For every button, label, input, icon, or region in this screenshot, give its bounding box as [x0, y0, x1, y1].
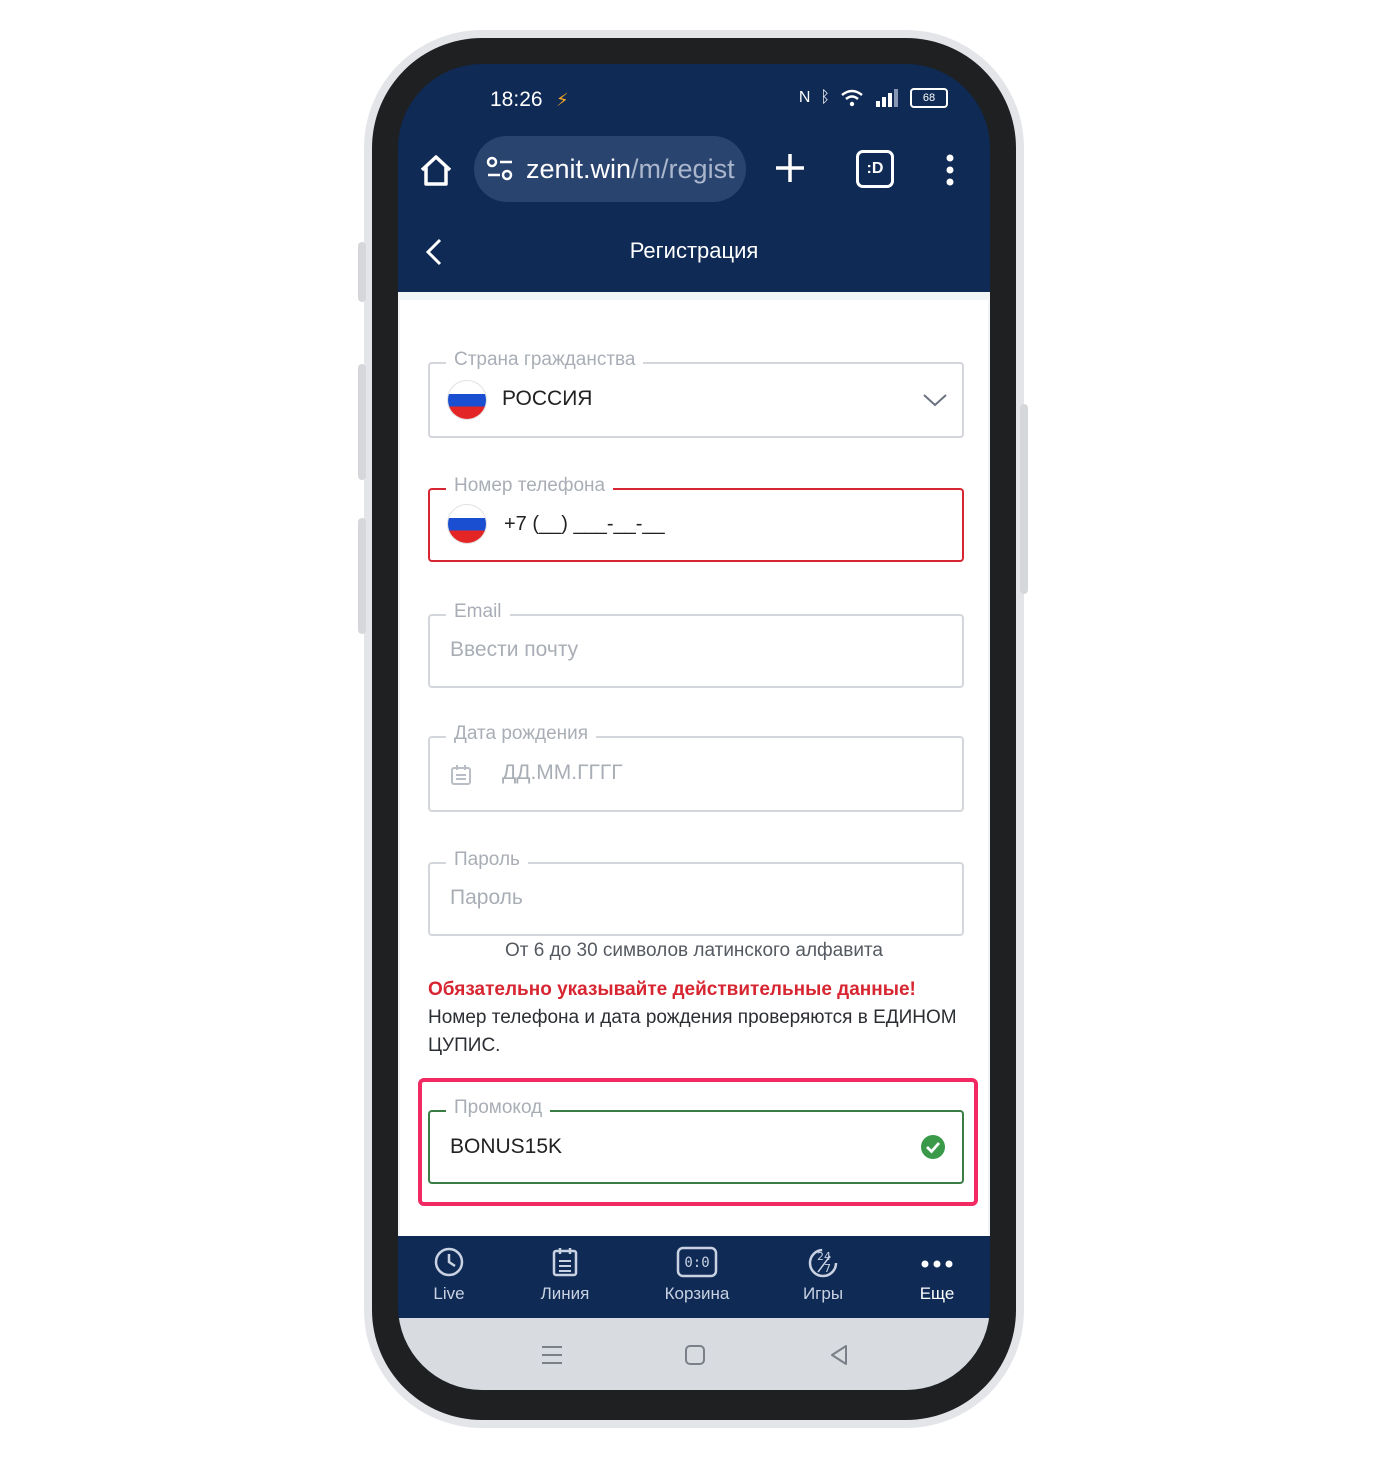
more-dots-icon [921, 1260, 953, 1268]
password-field[interactable]: Пароль Пароль [428, 849, 964, 936]
nav-live[interactable]: Live [398, 1246, 504, 1304]
url-text: zenit.win/m/regist [526, 136, 735, 202]
url-path: /m/regist [631, 154, 735, 184]
nav-label: Live [433, 1284, 465, 1303]
tab-switcher-button[interactable]: :D [856, 150, 894, 188]
phone-value: +7 (__) ___-__-__ [504, 513, 665, 535]
games-24-7-icon: 247 [808, 1248, 838, 1278]
back-nav-icon[interactable] [828, 1344, 850, 1366]
list-icon [552, 1248, 578, 1277]
status-bar: 18:26 ⚡ N ᛒ 68 [398, 64, 990, 136]
battery-icon: 68 [910, 88, 948, 108]
birthdate-field[interactable]: Дата рождения ДД.ММ.ГГГГ [428, 723, 964, 812]
birthdate-placeholder: ДД.ММ.ГГГГ [502, 761, 623, 784]
country-select[interactable]: Страна гражданства РОССИЯ [428, 349, 964, 438]
browser-toolbar: zenit.win/m/regist :D [398, 136, 990, 208]
russia-flag-icon [448, 381, 486, 419]
phone-label: Номер телефона [446, 475, 614, 497]
svg-text:0:0: 0:0 [684, 1255, 709, 1271]
warning-title: Обязательно указывайте действительные да… [428, 979, 916, 1000]
site-settings-icon[interactable] [486, 156, 514, 182]
country-label: Страна гражданства [446, 349, 644, 371]
nav-label: Еще [919, 1284, 955, 1303]
side-button [358, 364, 366, 480]
page-title: Регистрация [629, 238, 759, 263]
side-button [358, 242, 366, 302]
scoreboard-icon: 0:0 [676, 1246, 718, 1278]
browser-menu-icon[interactable] [938, 150, 962, 190]
nav-more[interactable]: Еще [882, 1246, 990, 1304]
calendar-icon [451, 765, 471, 785]
registration-form: Страна гражданства РОССИЯ Номер телефона… [400, 300, 988, 1244]
phone-field[interactable]: Номер телефона +7 (__) ___-__-__ [428, 475, 964, 562]
password-placeholder: Пароль [450, 886, 523, 909]
url-domain: zenit.win [526, 154, 632, 184]
home-nav-icon[interactable] [684, 1344, 706, 1366]
signal-icon [876, 89, 898, 107]
check-circle-icon [921, 1135, 945, 1159]
power-button [1020, 404, 1028, 594]
email-placeholder: Ввести почту [450, 638, 579, 661]
side-button [358, 518, 366, 634]
clock-icon [434, 1247, 464, 1277]
bottom-navigation: Live Линия 0:0 Корзина 24 7 Игры Еще [398, 1236, 990, 1318]
status-time: 18:26 [490, 88, 543, 111]
country-value: РОССИЯ [502, 387, 593, 410]
promo-label: Промокод [446, 1097, 551, 1119]
email-field[interactable]: Email Ввести почту [428, 601, 964, 688]
password-label: Пароль [446, 849, 528, 871]
address-bar[interactable]: zenit.win/m/regist [474, 136, 746, 202]
nav-games[interactable]: 24 7 Игры [768, 1246, 878, 1304]
screen: 18:26 ⚡ N ᛒ 68 zenit.win/m/regist :D Рег… [398, 64, 990, 1390]
recent-apps-icon[interactable] [540, 1344, 564, 1366]
app-header: Регистрация [398, 208, 990, 292]
email-label: Email [446, 601, 510, 623]
home-icon[interactable] [416, 150, 456, 190]
status-icons: N ᛒ 68 [799, 88, 948, 108]
warning-text: Номер телефона и дата рождения проверяют… [428, 1007, 957, 1056]
svg-text:7: 7 [824, 1262, 831, 1275]
nav-line[interactable]: Линия [510, 1246, 620, 1304]
birthdate-label: Дата рождения [446, 723, 597, 745]
charging-icon: ⚡ [556, 90, 569, 110]
nav-label: Корзина [664, 1284, 730, 1303]
wifi-icon [841, 89, 863, 107]
system-navigation-bar [398, 1318, 990, 1390]
chevron-down-icon [923, 394, 947, 407]
bluetooth-icon: ᛒ [820, 89, 830, 106]
nav-label: Линия [540, 1284, 590, 1303]
russia-flag-icon [448, 505, 486, 543]
promo-code-field[interactable]: Промокод BONUS15K [428, 1097, 964, 1184]
promo-value: BONUS15K [450, 1135, 563, 1158]
registration-content: Страна гражданства РОССИЯ Номер телефона… [398, 292, 990, 1244]
nav-cart[interactable]: 0:0 Корзина [642, 1246, 752, 1304]
new-tab-icon[interactable] [772, 150, 808, 186]
password-hint: От 6 до 30 символов латинского алфавита [504, 940, 883, 961]
nfc-icon: N [798, 89, 811, 106]
nav-label: Игры [802, 1284, 844, 1303]
